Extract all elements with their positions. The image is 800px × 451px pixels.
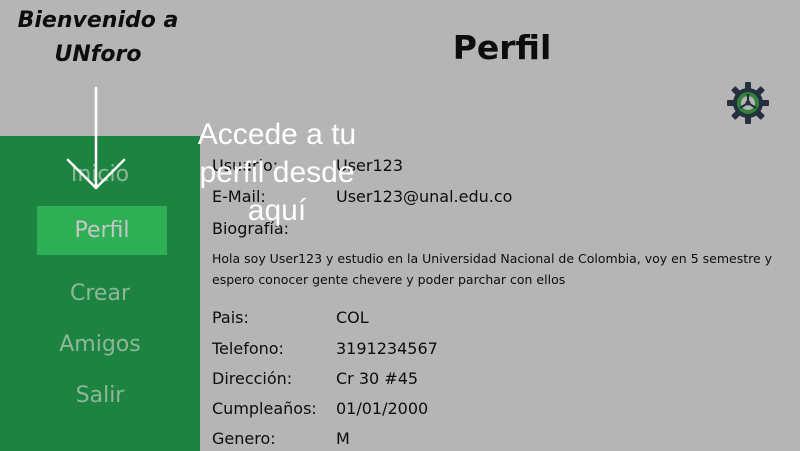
- tip-line-3: aquí: [247, 194, 307, 227]
- tutorial-overlay[interactable]: [0, 0, 800, 451]
- arrow-down-icon: [66, 86, 126, 190]
- tip-line-2: perfil desde: [199, 156, 355, 189]
- tutorial-tip: Accede a tu perfil desde aquí: [172, 116, 382, 230]
- tip-line-1: Accede a tu: [197, 118, 357, 151]
